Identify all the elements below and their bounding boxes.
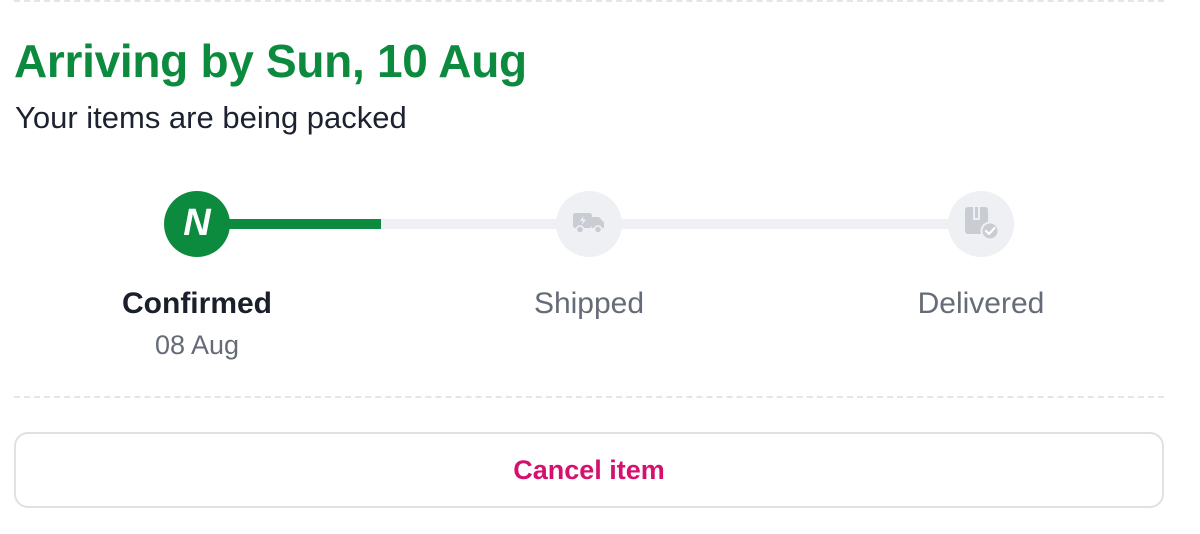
- step-delivered-node: [948, 191, 1014, 257]
- step-delivered-label: Delivered: [917, 287, 1045, 320]
- cancel-item-button[interactable]: Cancel item: [14, 432, 1164, 508]
- svg-text:N: N: [183, 202, 212, 244]
- step-shipped-label: Shipped: [533, 287, 645, 320]
- truck-icon: [571, 208, 607, 241]
- delivery-status-text: Your items are being packed: [15, 100, 407, 135]
- step-confirmed-node: N: [164, 191, 230, 257]
- section-divider: [14, 396, 1164, 398]
- step-confirmed-date: 08 Aug: [154, 330, 240, 360]
- step-shipped-node: [556, 191, 622, 257]
- step-confirmed-label: Confirmed: [122, 287, 272, 320]
- package-check-icon: [962, 203, 1000, 246]
- delivery-headline: Arriving by Sun, 10 Aug: [14, 35, 527, 87]
- top-divider: [14, 0, 1164, 2]
- brand-n-icon: N: [164, 189, 230, 260]
